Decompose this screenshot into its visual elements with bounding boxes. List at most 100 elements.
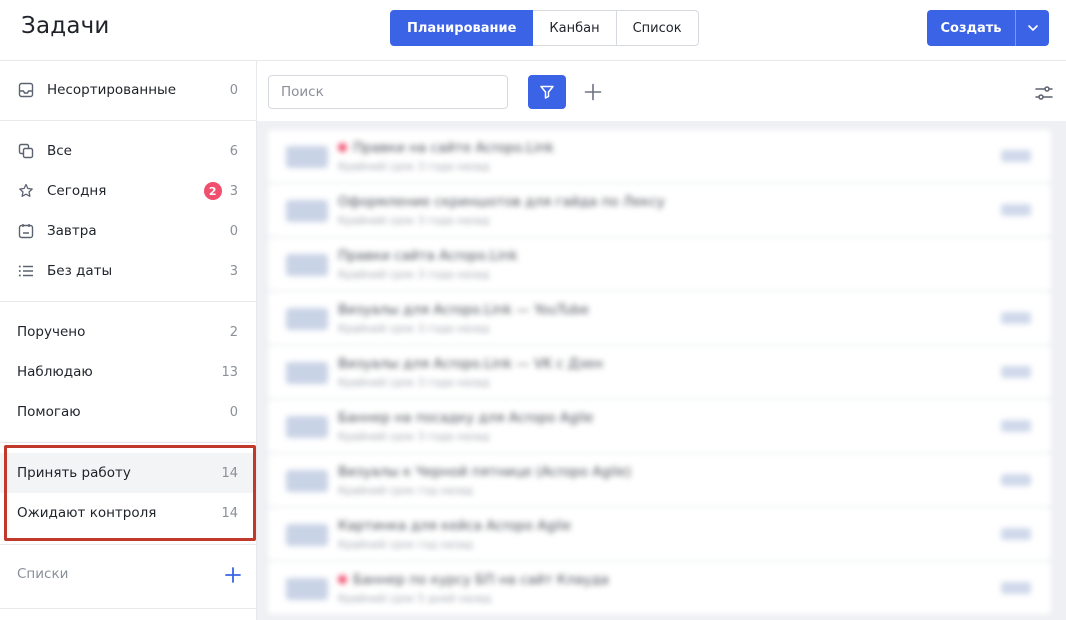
- inbox-icon: [17, 81, 35, 99]
- task-row[interactable]: Правки сайта Acropo.Link Крайний срок 3 …: [268, 238, 1051, 290]
- tab-kanban[interactable]: Канбан: [533, 10, 617, 46]
- task-icon: [286, 254, 328, 276]
- task-toolbar: [257, 61, 1066, 121]
- task-meta: [1001, 312, 1031, 324]
- task-icon: [286, 578, 328, 600]
- page-title: Задачи: [21, 13, 110, 39]
- task-deadline: Крайний срок 3 года назад: [338, 323, 490, 335]
- task-icon: [286, 146, 328, 168]
- overdue-badge: 2: [203, 182, 222, 200]
- task-list: Правки на сайте Acropo.Link Крайний срок…: [257, 121, 1066, 620]
- sidebar-item-unsorted[interactable]: Несортированные 0: [0, 70, 256, 110]
- task-deadline: Крайний срок 3 года назад: [338, 269, 490, 281]
- sidebar-item-label: Наблюдаю: [17, 364, 93, 380]
- task-title: Визуалы для Acropo.Link — VK с Дзен: [338, 356, 603, 372]
- sidebar-item-awaiting-control[interactable]: Ожидают контроля 14: [0, 493, 256, 533]
- task-title: Правки на сайте Acropo.Link: [338, 140, 554, 156]
- calendar-icon: [17, 222, 35, 240]
- settings-sliders-icon[interactable]: [1034, 83, 1056, 103]
- urgent-dot-icon: [338, 143, 347, 152]
- sidebar-item-tomorrow[interactable]: Завтра 0: [0, 211, 256, 251]
- sidebar-item-label: Поручено: [17, 324, 86, 340]
- sidebar-item-count: 2: [229, 324, 238, 340]
- task-title: Баннер по курсу БП на сайт Клауда: [338, 572, 609, 588]
- sidebar-divider: [0, 544, 256, 545]
- create-button-label: Создать: [940, 20, 1002, 36]
- sidebar-item-label: Все: [47, 143, 72, 159]
- sidebar-divider: [0, 608, 256, 609]
- task-deadline: Крайний срок год назад: [338, 539, 473, 551]
- sidebar-item-count: 0: [229, 82, 238, 98]
- create-button[interactable]: Создать: [927, 10, 1049, 46]
- sidebar-item-label: Принять работу: [17, 465, 131, 481]
- task-meta: [1001, 366, 1031, 378]
- task-deadline: Крайний срок год назад: [338, 485, 473, 497]
- task-title: Баннер на посадку для Acropo Agile: [338, 410, 594, 426]
- sidebar: Несортированные 0 Все 6 Сегодня 2 3 Завт…: [0, 61, 257, 620]
- task-meta: [1001, 204, 1031, 216]
- sidebar-item-accept-work[interactable]: Принять работу 14: [0, 453, 256, 493]
- sidebar-item-label: Сегодня: [47, 183, 107, 199]
- task-title: Визуалы для Acropo.Link — YouTube: [338, 302, 589, 318]
- sidebar-item-assigned[interactable]: Поручено 2: [0, 312, 256, 352]
- tab-planning[interactable]: Планирование: [390, 10, 534, 46]
- task-row[interactable]: Картинка для кейса Acropo Agile Крайний …: [268, 508, 1051, 560]
- sidebar-item-label: Несортированные: [47, 82, 177, 98]
- sidebar-item-count: 14: [221, 505, 238, 521]
- task-icon: [286, 470, 328, 492]
- plus-icon: [584, 83, 602, 101]
- sidebar-item-count: 3: [229, 263, 238, 279]
- sidebar-divider: [0, 120, 256, 121]
- task-meta: [1001, 150, 1031, 162]
- task-icon: [286, 416, 328, 438]
- sidebar-item-count: 13: [221, 364, 238, 380]
- sidebar-item-count: 3: [229, 183, 238, 199]
- sidebar-item-label: Помогаю: [17, 404, 81, 420]
- sidebar-item-count: 0: [229, 223, 238, 239]
- task-meta: [1001, 528, 1031, 540]
- copy-icon: [17, 142, 35, 160]
- task-title: Визуалы к Черной пятнице (Acropo Agile): [338, 464, 632, 480]
- chevron-down-icon[interactable]: [1016, 25, 1049, 31]
- task-title: Правки сайта Acropo.Link: [338, 248, 518, 264]
- lists-section-label: Списки: [17, 566, 69, 582]
- task-icon: [286, 308, 328, 330]
- plus-icon[interactable]: [224, 566, 242, 584]
- task-row[interactable]: Оформление скриншотов для гайда по Лексу…: [268, 184, 1051, 236]
- task-deadline: Крайний срок 3 года назад: [338, 161, 490, 173]
- task-row[interactable]: Визуалы к Черной пятнице (Acropo Agile) …: [268, 454, 1051, 506]
- task-meta: [1001, 582, 1031, 594]
- task-row[interactable]: Правки на сайте Acropo.Link Крайний срок…: [268, 130, 1051, 182]
- task-title: Оформление скриншотов для гайда по Лексу: [338, 194, 665, 210]
- task-deadline: Крайний срок 3 года назад: [338, 377, 490, 389]
- task-deadline: Крайний срок 3 года назад: [338, 215, 490, 227]
- sidebar-item-no-date[interactable]: Без даты 3: [0, 251, 256, 291]
- task-list-content: Правки на сайте Acropo.Link Крайний срок…: [257, 121, 1066, 620]
- task-row[interactable]: Баннер на посадку для Acropo Agile Крайн…: [268, 400, 1051, 452]
- task-row[interactable]: Баннер по курсу БП на сайт Клауда Крайни…: [268, 562, 1051, 614]
- view-switcher: Планирование Канбан Список: [390, 10, 699, 46]
- sidebar-item-label: Завтра: [47, 223, 97, 239]
- sidebar-item-label: Без даты: [47, 263, 113, 279]
- sidebar-item-label: Ожидают контроля: [17, 505, 157, 521]
- filter-button[interactable]: [528, 75, 566, 109]
- task-meta: [1001, 474, 1031, 486]
- task-meta: [1001, 420, 1031, 432]
- filter-icon: [539, 84, 555, 100]
- search-input[interactable]: [268, 75, 508, 109]
- sidebar-item-helping[interactable]: Помогаю 0: [0, 392, 256, 432]
- sidebar-item-count: 0: [229, 404, 238, 420]
- task-icon: [286, 524, 328, 546]
- sidebar-item-count: 14: [221, 465, 238, 481]
- sidebar-item-watching[interactable]: Наблюдаю 13: [0, 352, 256, 392]
- tab-list[interactable]: Список: [616, 10, 699, 46]
- sidebar-item-today[interactable]: Сегодня 2 3: [0, 171, 256, 211]
- task-deadline: Крайний срок 5 дней назад: [338, 593, 492, 605]
- sidebar-item-all[interactable]: Все 6: [0, 131, 256, 171]
- task-row[interactable]: Визуалы для Acropo.Link — VK с Дзен Край…: [268, 346, 1051, 398]
- task-deadline: Крайний срок 3 года назад: [338, 431, 490, 443]
- task-row[interactable]: Визуалы для Acropo.Link — YouTube Крайни…: [268, 292, 1051, 344]
- add-task-button[interactable]: [582, 81, 604, 103]
- list-icon: [17, 262, 35, 280]
- app-header: Задачи Планирование Канбан Список Создат…: [0, 0, 1066, 61]
